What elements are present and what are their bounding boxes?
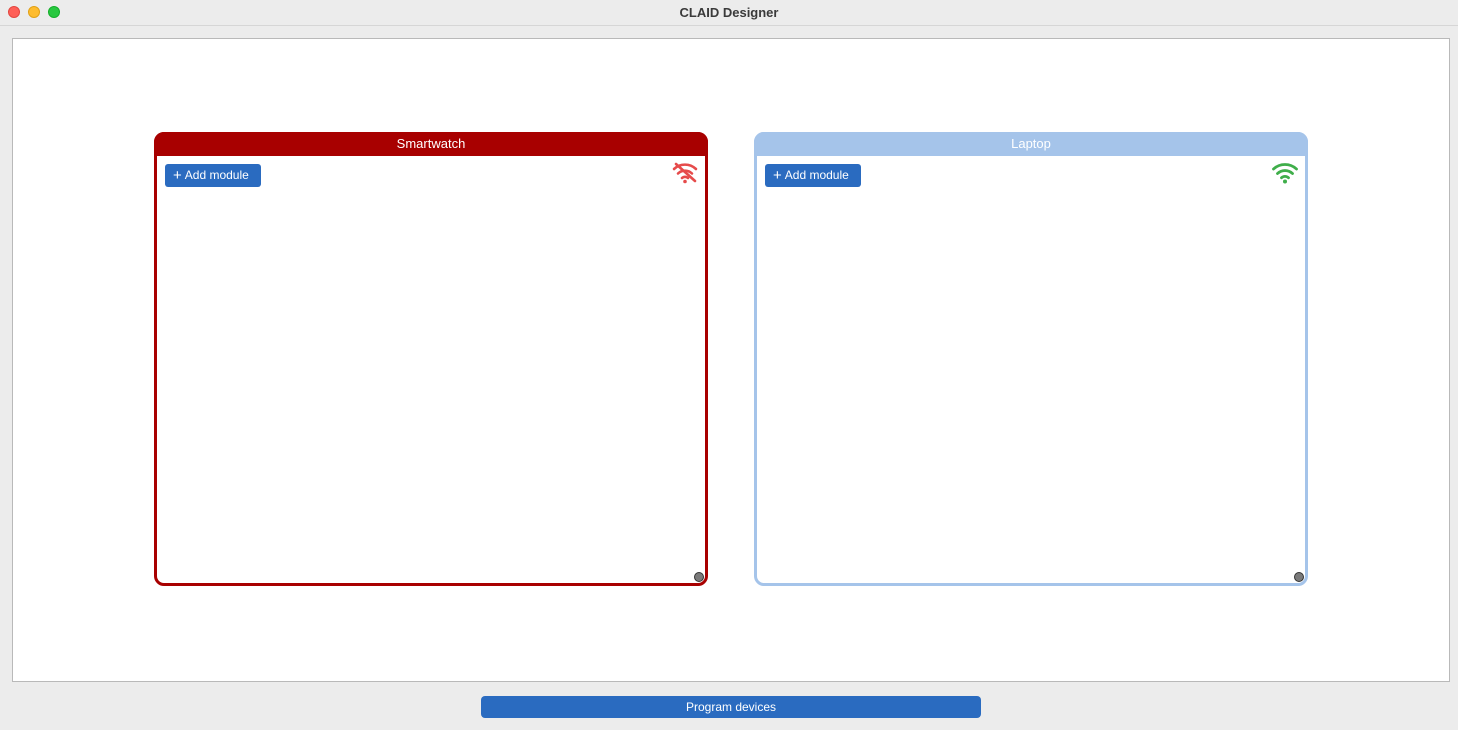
- title-bar: CLAID Designer: [0, 0, 1458, 26]
- app-window: CLAID Designer Smartwatch + Add module La…: [0, 0, 1458, 730]
- resize-handle[interactable]: [694, 572, 704, 582]
- plus-icon: +: [773, 167, 782, 184]
- wifi-off-icon: [672, 162, 698, 184]
- program-devices-button[interactable]: Program devices: [481, 696, 981, 718]
- device-header[interactable]: Laptop: [754, 132, 1308, 156]
- plus-icon: +: [173, 167, 182, 184]
- designer-canvas[interactable]: Smartwatch + Add module Laptop + Add modul…: [12, 38, 1450, 682]
- device-panel-smartwatch[interactable]: Smartwatch + Add module: [154, 132, 708, 586]
- device-panel-laptop[interactable]: Laptop + Add module: [754, 132, 1308, 586]
- add-module-label: Add module: [784, 168, 849, 182]
- resize-handle[interactable]: [1294, 572, 1304, 582]
- add-module-label: Add module: [184, 168, 249, 182]
- device-header[interactable]: Smartwatch: [154, 132, 708, 156]
- add-module-button[interactable]: + Add module: [165, 164, 261, 187]
- window-title: CLAID Designer: [679, 5, 779, 20]
- add-module-button[interactable]: + Add module: [765, 164, 861, 187]
- wifi-icon: [1272, 163, 1298, 184]
